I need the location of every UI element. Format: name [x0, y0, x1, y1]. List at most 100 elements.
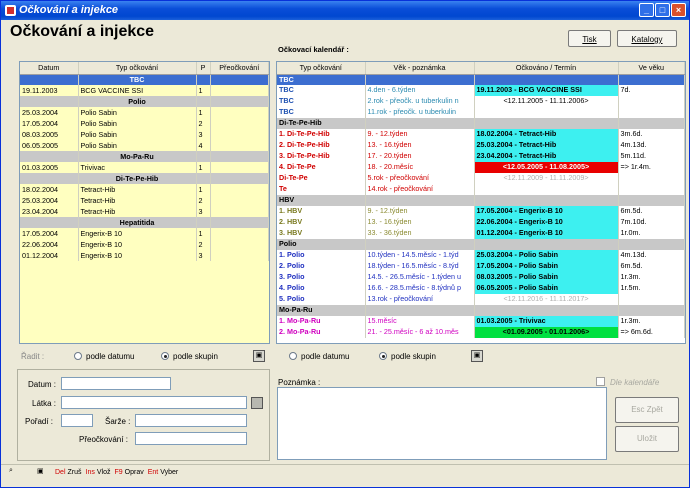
cal-date-term — [474, 194, 619, 206]
col-preockovani[interactable]: Přeočkování — [210, 62, 269, 75]
calendar-row[interactable]: Polio — [277, 238, 685, 250]
col-cal-typ[interactable]: Typ očkování — [277, 62, 366, 75]
row-date: 22.06.2004 — [20, 239, 79, 250]
col-cal-vevek[interactable]: Ve věku — [618, 62, 685, 75]
vaccination-calendar[interactable]: Typ očkování Věk - poznámka Očkováno / T… — [276, 61, 686, 344]
catalogs-button[interactable]: Katalogy — [617, 30, 677, 47]
save-button[interactable]: Uložit — [615, 426, 679, 452]
col-typ[interactable]: Typ očkování — [78, 62, 197, 75]
floppy-icon[interactable]: ▣ — [37, 467, 44, 475]
calendar-row[interactable]: 2. Di-Te-Pe-Hib 13. - 16.týden 25.03.2004 … — [277, 139, 685, 151]
calendar-row[interactable]: 1. Polio 10.týden - 14.5.měsíc - 1.týd 25.… — [277, 249, 685, 261]
row-revaccination — [210, 250, 269, 261]
close-button[interactable]: × — [671, 3, 686, 17]
calendar-row[interactable]: TBC — [277, 74, 685, 85]
minimize-button[interactable]: _ — [639, 3, 654, 17]
sarze-input[interactable] — [135, 414, 247, 427]
poradi-input[interactable] — [61, 414, 93, 427]
cal-age-note — [365, 238, 475, 250]
cal-type: 5. Polio — [277, 293, 366, 305]
calendar-row[interactable]: HBV — [277, 194, 685, 206]
shortcut-action[interactable]: Zruš — [68, 469, 82, 476]
calendar-row[interactable]: 2. Mo-Pa-Ru 21. - 25.měsíc - 6 až 10.měs <… — [277, 326, 685, 338]
sarze-label: Šarže : — [105, 417, 131, 426]
cal-save-icon[interactable]: ▣ — [471, 350, 483, 362]
calendar-row[interactable]: TBC 4.den - 6.týden 19.11.2003 - BCG VACCI… — [277, 84, 685, 96]
calendar-row[interactable]: 4. Di-Te-Pe 18. - 20.měsíc <12.05.2005 - 1… — [277, 161, 685, 173]
row-revaccination — [210, 118, 269, 129]
cal-age-note: 11.rok - přeočk. u tuberkulin — [365, 106, 475, 118]
calendar-row[interactable]: 2. Polio 18.týden - 16.5.měsíc - 8.týd 17.… — [277, 260, 685, 272]
calendar-row[interactable]: Te 14.rok - přeočkování — [277, 183, 685, 195]
cal-date-term — [474, 74, 619, 85]
col-p[interactable]: P — [196, 62, 211, 75]
cal-type: 3. Di-Te-Pe-Hib — [277, 150, 366, 162]
calendar-row[interactable]: 5. Polio 13.rok - přeočkování <12.11.2016 … — [277, 293, 685, 305]
calendar-row[interactable]: TBC 11.rok - přeočk. u tuberkulin — [277, 106, 685, 118]
cell — [210, 74, 269, 85]
esc-back-button[interactable]: Esc Zpět — [615, 397, 679, 423]
sort-label: Řadit : — [21, 352, 45, 361]
col-cal-vek[interactable]: Věk - poznámka — [365, 62, 475, 75]
row-type: Tetract-Hib — [78, 184, 197, 195]
cal-sort-by-date-radio[interactable] — [289, 352, 297, 360]
table-row[interactable]: 25.03.2004 Tetract-Hib 2 — [20, 195, 269, 206]
latka-input[interactable] — [61, 396, 247, 409]
table-row[interactable]: 25.03.2004 Polio Sabin 1 — [20, 107, 269, 118]
cal-date-term: 17.05.2004 - Polio Sabin — [474, 260, 619, 272]
calendar-row[interactable]: 4. Polio 16.6. - 28.5.měsíc - 8.týdnů p 06… — [277, 282, 685, 294]
save-icon[interactable]: ▣ — [253, 350, 265, 362]
calendar-row[interactable]: Di-Te-Pe-Hib — [277, 117, 685, 129]
calendar-row[interactable]: TBC 2.rok - přeočk. u tuberkulin n <12.11.… — [277, 95, 685, 107]
vaccination-list[interactable]: Datum Typ očkování P Přeočkování TBC 19.1… — [19, 61, 270, 344]
table-row[interactable]: Polio — [20, 96, 269, 107]
cal-age-note — [365, 117, 475, 129]
table-row[interactable]: 17.05.2004 Polio Sabin 2 — [20, 118, 269, 129]
group-name: TBC — [78, 74, 197, 85]
calendar-row[interactable]: 1. Di-Te-Pe-Hib 9. - 12.týden 18.02.2004 -… — [277, 128, 685, 140]
table-row[interactable]: 01.03.2005 Trivivac 1 — [20, 162, 269, 173]
calendar-checkbox[interactable] — [596, 377, 605, 386]
preockovani-input[interactable] — [135, 432, 247, 445]
sort-by-group-radio[interactable] — [161, 352, 169, 360]
binoculars-icon[interactable]: ⌕ — [9, 467, 13, 475]
poznamka-textarea[interactable] — [277, 387, 607, 460]
calendar-row[interactable]: Mo-Pa-Ru — [277, 304, 685, 316]
table-row[interactable]: 08.03.2005 Polio Sabin 3 — [20, 129, 269, 140]
cal-type: 2. HBV — [277, 216, 366, 228]
table-row[interactable]: 01.12.2004 Engerix-B 10 3 — [20, 250, 269, 261]
calendar-row[interactable]: 2. HBV 13. - 16.týden 22.06.2004 - Engerix… — [277, 216, 685, 228]
table-row[interactable]: Di-Te-Pe-Hib — [20, 173, 269, 184]
table-row[interactable]: 19.11.2003 BCG VACCINE SSI 1 — [20, 85, 269, 96]
table-row[interactable]: Hepatitida — [20, 217, 269, 228]
table-row[interactable]: 23.04.2004 Tetract-Hib 3 — [20, 206, 269, 217]
latka-lookup-button[interactable] — [251, 397, 263, 409]
row-type: Trivivac — [78, 162, 197, 173]
cal-age-note: 13.rok - přeočkování — [365, 293, 475, 305]
row-date: 17.05.2004 — [20, 118, 79, 129]
table-row[interactable]: TBC — [20, 74, 269, 85]
calendar-row[interactable]: 3. HBV 33. - 36.týden 01.12.2004 - Engerix… — [277, 227, 685, 239]
row-order: 1 — [196, 184, 211, 195]
table-row[interactable]: 06.05.2005 Polio Sabin 4 — [20, 140, 269, 151]
table-row[interactable]: 18.02.2004 Tetract-Hib 1 — [20, 184, 269, 195]
col-cal-termin[interactable]: Očkováno / Termín — [474, 62, 619, 75]
col-datum[interactable]: Datum — [20, 62, 79, 75]
table-row[interactable]: 22.06.2004 Engerix-B 10 2 — [20, 239, 269, 250]
table-row[interactable]: Mo-Pa-Ru — [20, 151, 269, 162]
print-button[interactable]: Tisk — [568, 30, 611, 47]
shortcut-action[interactable]: Oprav — [125, 469, 144, 476]
sort-by-date-radio[interactable] — [74, 352, 82, 360]
calendar-row[interactable]: Di-Te-Pe 5.rok - přeočkování <12.11.2009 -… — [277, 172, 685, 184]
calendar-row[interactable]: 3. Di-Te-Pe-Hib 17. - 20.týden 23.04.2004 … — [277, 150, 685, 162]
calendar-row[interactable]: 3. Polio 14.5. - 26.5.měsíc - 1.týden u 08… — [277, 271, 685, 283]
table-row[interactable]: 17.05.2004 Engerix-B 10 1 — [20, 228, 269, 239]
calendar-row[interactable]: 1. Mo-Pa-Ru 15.měsíc 01.03.2005 - Trivivac… — [277, 315, 685, 327]
calendar-row[interactable]: 1. HBV 9. - 12.týden 17.05.2004 - Engerix-… — [277, 205, 685, 217]
maximize-button[interactable]: □ — [655, 3, 670, 17]
shortcut-action[interactable]: Vlož — [97, 469, 111, 476]
cal-sort-by-group-radio[interactable] — [379, 352, 387, 360]
datum-input[interactable] — [61, 377, 171, 390]
row-order: 3 — [196, 129, 211, 140]
shortcut-action[interactable]: Vyber — [160, 469, 178, 476]
